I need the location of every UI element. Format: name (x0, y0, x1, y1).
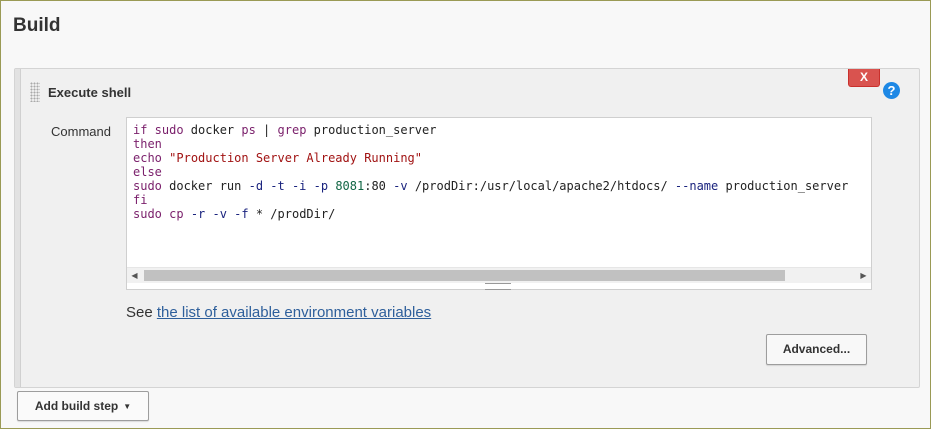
code-token: echo (133, 151, 162, 165)
code-line: if sudo docker ps | grep production_serv… (133, 123, 871, 137)
code-token: -r -v -f (190, 207, 249, 221)
command-editor[interactable]: if sudo docker ps | grep production_serv… (126, 117, 872, 290)
section-title: Build (13, 15, 61, 36)
code-token: docker run (161, 179, 249, 193)
code-token: "Production Server Already Running" (169, 151, 423, 165)
command-code[interactable]: if sudo docker ps | grep production_serv… (133, 123, 871, 221)
env-vars-line: See the list of available environment va… (126, 304, 431, 321)
code-line: then (133, 137, 871, 151)
scroll-right-icon[interactable]: ▶ (856, 268, 871, 283)
step-title: Execute shell (48, 85, 132, 100)
editor-resize-handle[interactable] (485, 283, 511, 290)
advanced-button[interactable]: Advanced... (766, 334, 867, 365)
horizontal-scrollbar[interactable]: ◀ ▶ (127, 267, 871, 283)
code-token: sudo (133, 179, 162, 193)
code-line: fi (133, 193, 871, 207)
add-build-step-button[interactable]: Add build step ▼ (17, 391, 149, 421)
env-vars-link[interactable]: the list of available environment variab… (157, 304, 431, 321)
delete-step-button[interactable]: X (848, 69, 880, 87)
chevron-down-icon: ▼ (123, 402, 132, 411)
code-token: production_server (306, 123, 437, 137)
env-vars-prefix: See (126, 304, 157, 321)
code-line: else (133, 165, 871, 179)
code-token: sudo (133, 207, 162, 221)
close-icon: X (859, 70, 868, 84)
code-token: ps (241, 123, 256, 137)
scroll-left-icon[interactable]: ◀ (127, 268, 142, 283)
code-token: * /prodDir/ (248, 207, 336, 221)
code-token: cp (169, 207, 184, 221)
code-token: 8081 (335, 179, 365, 193)
code-token: -d -t -i -p (248, 179, 329, 193)
code-token: fi (133, 193, 148, 207)
code-token: -v (393, 179, 408, 193)
command-label: Command (51, 124, 111, 139)
code-token: if sudo (133, 123, 191, 137)
code-line: echo "Production Server Already Running" (133, 151, 871, 165)
code-token: then (133, 137, 162, 151)
code-token: /prodDir:/usr/local/apache2/htdocs/ (407, 179, 675, 193)
code-token: | (255, 123, 278, 137)
build-panel: Build Execute shell X ? Command if sudo … (0, 0, 931, 429)
execute-shell-step: Execute shell X ? Command if sudo docker… (14, 68, 920, 388)
add-build-step-label: Add build step (34, 399, 119, 413)
step-drag-strip[interactable] (15, 69, 21, 387)
code-line: sudo cp -r -v -f * /prodDir/ (133, 207, 871, 221)
scrollbar-thumb[interactable] (144, 270, 785, 281)
code-token: grep (277, 123, 307, 137)
code-token: :80 (364, 179, 394, 193)
code-line: sudo docker run -d -t -i -p 8081:80 -v /… (133, 179, 871, 193)
drag-handle-icon[interactable] (30, 82, 40, 102)
help-icon[interactable]: ? (883, 82, 900, 99)
code-token: --name (674, 179, 719, 193)
code-token: production_server (718, 179, 849, 193)
code-token: else (133, 165, 162, 179)
code-token: docker (190, 123, 242, 137)
